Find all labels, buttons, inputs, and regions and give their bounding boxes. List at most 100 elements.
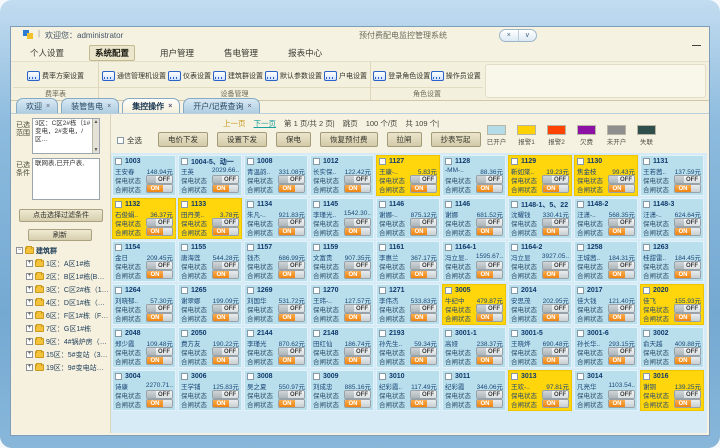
keep-power-toggle[interactable]: OFF bbox=[476, 347, 503, 356]
expand-node-icon[interactable]: + bbox=[26, 299, 33, 306]
keep-power-toggle[interactable]: OFF bbox=[674, 304, 701, 313]
meter-card[interactable]: 2148 田红仙 186.74元 保电状态 OFF 合闸状态 ON bbox=[310, 327, 374, 368]
card-checkbox[interactable] bbox=[247, 287, 254, 294]
meter-card[interactable]: 1264 刘晓郁.. 57.30元 保电状态 OFF 合闸状态 ON bbox=[112, 284, 176, 325]
meter-card[interactable]: 1131 王若茜.. 137.59元 保电状态 OFF 合闸状态 ON bbox=[640, 155, 704, 196]
switch-state-toggle[interactable]: ON bbox=[410, 356, 437, 365]
command-button[interactable]: 电价下发 bbox=[158, 132, 208, 147]
keep-power-toggle[interactable]: OFF bbox=[608, 304, 635, 313]
card-checkbox[interactable] bbox=[379, 373, 386, 380]
meter-card[interactable]: 2193 孙先生.. 59.34元 保电状态 OFF 合闸状态 ON bbox=[376, 327, 440, 368]
switch-state-toggle[interactable]: ON bbox=[410, 270, 437, 279]
keep-power-toggle[interactable]: OFF bbox=[476, 175, 503, 184]
keep-power-toggle[interactable]: OFF bbox=[608, 218, 635, 227]
keep-power-toggle[interactable]: OFF bbox=[608, 175, 635, 184]
card-checkbox[interactable] bbox=[247, 373, 254, 380]
jump-page-link[interactable]: 跳页 bbox=[343, 118, 358, 129]
meter-card[interactable]: 2020 佳飞 155.93元 保电状态 OFF 合闸状态 ON bbox=[640, 284, 704, 325]
meter-card[interactable]: 1148-3 汪潇-.. 624.64元 保电状态 OFF 合闸状态 ON bbox=[640, 198, 704, 239]
switch-state-toggle[interactable]: ON bbox=[608, 270, 635, 279]
card-checkbox[interactable] bbox=[181, 373, 188, 380]
card-checkbox[interactable] bbox=[379, 158, 386, 165]
meter-card[interactable]: 1012 长实保.. 122.42元 保电状态 OFF 合闸状态 ON bbox=[310, 155, 374, 196]
switch-state-toggle[interactable]: ON bbox=[410, 399, 437, 408]
card-checkbox[interactable] bbox=[379, 201, 386, 208]
keep-power-toggle[interactable]: OFF bbox=[674, 347, 701, 356]
tree-item[interactable]: + 3区：C区2#栋（1#变… bbox=[26, 283, 109, 296]
card-checkbox[interactable] bbox=[511, 201, 518, 208]
card-checkbox[interactable] bbox=[247, 244, 254, 251]
card-checkbox[interactable] bbox=[115, 287, 122, 294]
switch-state-toggle[interactable]: ON bbox=[278, 270, 305, 279]
switch-state-toggle[interactable]: ON bbox=[476, 270, 503, 279]
card-checkbox[interactable] bbox=[445, 373, 452, 380]
card-checkbox[interactable] bbox=[313, 287, 320, 294]
keep-power-toggle[interactable]: OFF bbox=[212, 347, 239, 356]
keep-power-toggle[interactable]: OFF bbox=[542, 347, 569, 356]
switch-state-toggle[interactable]: ON bbox=[410, 313, 437, 322]
tree-item[interactable]: + 2区：B区1#栋(B区1#… bbox=[26, 270, 109, 283]
keep-power-toggle[interactable]: OFF bbox=[212, 304, 239, 313]
switch-state-toggle[interactable]: ON bbox=[278, 184, 305, 193]
meter-card[interactable]: 1145 李瑾光.. 1542.30.. 保电状态 OFF 合闸状态 ON bbox=[310, 198, 374, 239]
card-checkbox[interactable] bbox=[577, 373, 584, 380]
keep-power-toggle[interactable]: OFF bbox=[608, 390, 635, 399]
selected-range-box[interactable]: 3区：C区2#栋（1#变电，2#变电，/区… ▲ ▼ bbox=[32, 118, 100, 154]
card-checkbox[interactable] bbox=[247, 201, 254, 208]
switch-state-toggle[interactable]: ON bbox=[344, 356, 371, 365]
meter-card[interactable]: 1161 李惠兰 367.17元 保电状态 OFF 合闸状态 ON bbox=[376, 241, 440, 282]
switch-state-toggle[interactable]: ON bbox=[608, 184, 635, 193]
switch-state-toggle[interactable]: ON bbox=[608, 399, 635, 408]
meter-card[interactable]: 1134 朱凡-.. 921.83元 保电状态 OFF 合闸状态 ON bbox=[244, 198, 308, 239]
tree-root[interactable]: − 建筑群 bbox=[16, 244, 109, 257]
card-checkbox[interactable] bbox=[643, 158, 650, 165]
keep-power-toggle[interactable]: OFF bbox=[608, 261, 635, 270]
expand-node-icon[interactable]: + bbox=[26, 286, 33, 293]
card-checkbox[interactable] bbox=[115, 158, 122, 165]
switch-state-toggle[interactable]: ON bbox=[146, 184, 173, 193]
keep-power-toggle[interactable]: OFF bbox=[278, 261, 305, 270]
switch-state-toggle[interactable]: ON bbox=[608, 227, 635, 236]
collapse-node-icon[interactable]: − bbox=[16, 247, 23, 254]
switch-state-toggle[interactable]: ON bbox=[278, 227, 305, 236]
card-checkbox[interactable] bbox=[577, 330, 584, 337]
meter-card[interactable]: 1003 王安春 148.94元 保电状态 OFF 合闸状态 ON bbox=[112, 155, 176, 196]
card-checkbox[interactable] bbox=[577, 158, 584, 165]
menu-item[interactable]: 个人设置 bbox=[25, 46, 69, 60]
command-button[interactable]: 恢复预付费 bbox=[320, 132, 378, 147]
tab-close-icon[interactable]: × bbox=[168, 103, 172, 110]
switch-state-toggle[interactable]: ON bbox=[212, 184, 239, 193]
switch-state-toggle[interactable]: ON bbox=[278, 356, 305, 365]
tree-item[interactable]: + 4区：D区1#栋（D区… bbox=[26, 296, 109, 309]
switch-state-toggle[interactable]: ON bbox=[278, 313, 305, 322]
ribbon-button[interactable]: 户电设置 bbox=[324, 71, 367, 81]
keep-power-toggle[interactable]: OFF bbox=[146, 218, 173, 227]
meter-card[interactable]: 3006 王学铺 125.83元 保电状态 OFF 合闸状态 ON bbox=[178, 370, 242, 411]
card-checkbox[interactable] bbox=[511, 158, 518, 165]
meter-card[interactable]: 1154 金日 209.45元 保电状态 OFF 合闸状态 ON bbox=[112, 241, 176, 282]
switch-state-toggle[interactable]: ON bbox=[542, 356, 569, 365]
card-checkbox[interactable] bbox=[577, 287, 584, 294]
switch-state-toggle[interactable]: ON bbox=[146, 313, 173, 322]
card-checkbox[interactable] bbox=[643, 287, 650, 294]
keep-power-toggle[interactable]: OFF bbox=[146, 390, 173, 399]
tree-item[interactable]: + 15区：5#变站（3#变… bbox=[26, 348, 109, 361]
meter-card[interactable]: 1133 田丹美.. 3.78元 保电状态 OFF 合闸状态 ON bbox=[178, 198, 242, 239]
card-checkbox[interactable] bbox=[643, 244, 650, 251]
card-checkbox[interactable] bbox=[445, 330, 452, 337]
meter-card[interactable]: 1269 刘国华 531.72元 保电状态 OFF 合闸状态 ON bbox=[244, 284, 308, 325]
keep-power-toggle[interactable]: OFF bbox=[146, 175, 173, 184]
card-checkbox[interactable] bbox=[115, 201, 122, 208]
switch-state-toggle[interactable]: ON bbox=[344, 270, 371, 279]
card-checkbox[interactable] bbox=[445, 158, 452, 165]
keep-power-toggle[interactable]: OFF bbox=[344, 390, 371, 399]
keep-power-toggle[interactable]: OFF bbox=[344, 261, 371, 270]
card-checkbox[interactable] bbox=[511, 330, 518, 337]
keep-power-toggle[interactable]: OFF bbox=[278, 218, 305, 227]
switch-state-toggle[interactable]: ON bbox=[410, 227, 437, 236]
meter-card[interactable]: 3009 刘成忠 885.16元 保电状态 OFF 合闸状态 ON bbox=[310, 370, 374, 411]
ribbon-button[interactable]: 建筑群设置 bbox=[213, 71, 263, 81]
keep-power-toggle[interactable]: OFF bbox=[146, 261, 173, 270]
switch-state-toggle[interactable]: ON bbox=[608, 313, 635, 322]
selected-condition-box[interactable]: 联网表,已开户表, bbox=[32, 158, 100, 200]
